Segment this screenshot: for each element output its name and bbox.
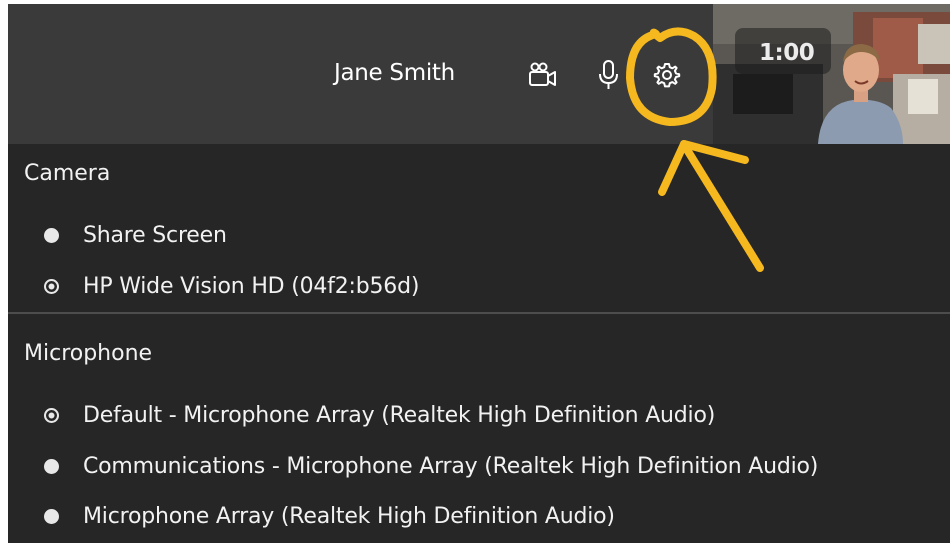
user-name: Jane Smith bbox=[334, 60, 455, 86]
radio-button-selected[interactable] bbox=[44, 407, 59, 423]
camera-option-share-screen[interactable]: Share Screen bbox=[44, 218, 227, 252]
microphone-section-title: Microphone bbox=[24, 341, 153, 366]
timer-text: 1:00 bbox=[759, 40, 815, 66]
option-label: Microphone Array (Realtek High Definitio… bbox=[83, 503, 615, 529]
radio-button-selected[interactable] bbox=[44, 278, 59, 294]
device-settings-window: Jane Smith 1:00 Camera Share Screen HP W… bbox=[8, 4, 950, 543]
self-video-preview: 1:00 bbox=[713, 4, 950, 144]
camera-section-title: Camera bbox=[24, 161, 111, 186]
call-toolbar: Jane Smith 1:00 bbox=[8, 4, 950, 144]
microphone-icon[interactable] bbox=[592, 58, 626, 92]
radio-button[interactable] bbox=[44, 227, 59, 243]
mic-option-default[interactable]: Default - Microphone Array (Realtek High… bbox=[44, 398, 715, 432]
video-camera-icon[interactable] bbox=[526, 58, 560, 92]
mic-option-communications[interactable]: Communications - Microphone Array (Realt… bbox=[44, 449, 818, 483]
option-label: Communications - Microphone Array (Realt… bbox=[83, 453, 819, 479]
camera-option-hp-wide-vision[interactable]: HP Wide Vision HD (04f2:b56d) bbox=[44, 269, 419, 303]
section-divider bbox=[8, 312, 950, 314]
option-label: Default - Microphone Array (Realtek High… bbox=[83, 402, 716, 428]
radio-button[interactable] bbox=[44, 458, 59, 474]
mic-option-array[interactable]: Microphone Array (Realtek High Definitio… bbox=[44, 499, 615, 533]
gear-icon[interactable] bbox=[650, 58, 684, 92]
radio-button[interactable] bbox=[44, 508, 59, 524]
option-label: Share Screen bbox=[83, 222, 227, 248]
option-label: HP Wide Vision HD (04f2:b56d) bbox=[83, 273, 420, 299]
